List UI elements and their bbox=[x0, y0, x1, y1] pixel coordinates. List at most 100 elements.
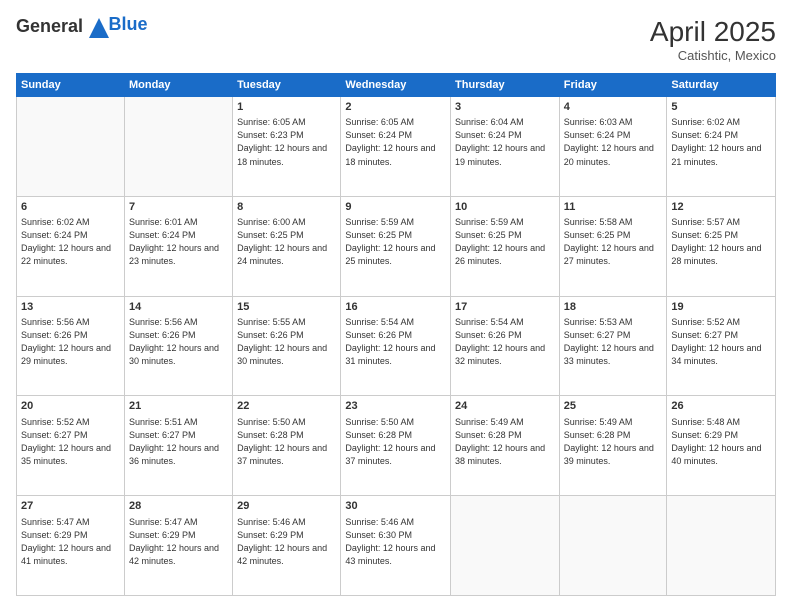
table-row: 23 Sunrise: 5:50 AM Sunset: 6:28 PM Dayli… bbox=[341, 396, 451, 496]
table-row: 1Sunrise: 6:05 AM Sunset: 6:23 PM Daylig… bbox=[233, 97, 341, 197]
day-number: 17 bbox=[455, 300, 555, 315]
day-number: 21 bbox=[129, 399, 228, 414]
table-row: 21 Sunrise: 5:51 AM Sunset: 6:27 PM Dayli… bbox=[124, 396, 232, 496]
day-number: 22 bbox=[237, 399, 336, 414]
day-info: Sunrise: 5:49 AM Sunset: 6:28 PM Dayligh… bbox=[564, 416, 663, 468]
day-number: 12 bbox=[671, 200, 771, 215]
day-info: Sunrise: 5:54 AM Sunset: 6:26 PM Dayligh… bbox=[345, 316, 446, 368]
table-row: 25 Sunrise: 5:49 AM Sunset: 6:28 PM Dayli… bbox=[559, 396, 667, 496]
table-row: 20Sunrise: 5:52 AM Sunset: 6:27 PM Dayli… bbox=[17, 396, 125, 496]
day-number: 24 bbox=[455, 399, 555, 414]
table-row: 26 Sunrise: 5:48 AM Sunset: 6:29 PM Dayli… bbox=[667, 396, 776, 496]
day-info: Sunrise: 5:47 AM Sunset: 6:29 PM Dayligh… bbox=[21, 516, 120, 568]
day-number: 15 bbox=[237, 300, 336, 315]
day-number: 26 bbox=[671, 399, 771, 414]
table-row: 7Sunrise: 6:01 AM Sunset: 6:24 PM Daylig… bbox=[124, 196, 232, 296]
day-number: 23 bbox=[345, 399, 446, 414]
day-info: Sunrise: 5:57 AM Sunset: 6:25 PM Dayligh… bbox=[671, 216, 771, 268]
day-info: Sunrise: 5:50 AM Sunset: 6:28 PM Dayligh… bbox=[237, 416, 336, 468]
table-row bbox=[17, 97, 125, 197]
day-number: 2 bbox=[345, 100, 446, 115]
calendar-table: Sunday Monday Tuesday Wednesday Thursday… bbox=[16, 73, 776, 596]
day-info: Sunrise: 5:46 AM Sunset: 6:30 PM Dayligh… bbox=[345, 516, 446, 568]
day-number: 13 bbox=[21, 300, 120, 315]
header-thursday: Thursday bbox=[451, 74, 560, 97]
table-row: 14Sunrise: 5:56 AM Sunset: 6:26 PM Dayli… bbox=[124, 296, 232, 396]
day-number: 10 bbox=[455, 200, 555, 215]
day-info: Sunrise: 6:03 AM Sunset: 6:24 PM Dayligh… bbox=[564, 116, 663, 168]
day-number: 29 bbox=[237, 499, 336, 514]
table-row: 9Sunrise: 5:59 AM Sunset: 6:25 PM Daylig… bbox=[341, 196, 451, 296]
calendar-header: Sunday Monday Tuesday Wednesday Thursday… bbox=[17, 74, 776, 97]
logo-general-text: General bbox=[16, 16, 83, 36]
day-info: Sunrise: 6:02 AM Sunset: 6:24 PM Dayligh… bbox=[21, 216, 120, 268]
day-number: 4 bbox=[564, 100, 663, 115]
day-number: 11 bbox=[564, 200, 663, 215]
day-info: Sunrise: 5:49 AM Sunset: 6:28 PM Dayligh… bbox=[455, 416, 555, 468]
table-row: 15Sunrise: 5:55 AM Sunset: 6:26 PM Dayli… bbox=[233, 296, 341, 396]
day-number: 20 bbox=[21, 399, 120, 414]
logo-icon bbox=[89, 18, 109, 38]
day-number: 5 bbox=[671, 100, 771, 115]
day-number: 18 bbox=[564, 300, 663, 315]
day-info: Sunrise: 5:50 AM Sunset: 6:28 PM Dayligh… bbox=[345, 416, 446, 468]
day-number: 6 bbox=[21, 200, 120, 215]
table-row: 6Sunrise: 6:02 AM Sunset: 6:24 PM Daylig… bbox=[17, 196, 125, 296]
day-info: Sunrise: 6:01 AM Sunset: 6:24 PM Dayligh… bbox=[129, 216, 228, 268]
day-number: 28 bbox=[129, 499, 228, 514]
table-row: 19Sunrise: 5:52 AM Sunset: 6:27 PM Dayli… bbox=[667, 296, 776, 396]
day-info: Sunrise: 5:47 AM Sunset: 6:29 PM Dayligh… bbox=[129, 516, 228, 568]
table-row: 11Sunrise: 5:58 AM Sunset: 6:25 PM Dayli… bbox=[559, 196, 667, 296]
table-row: 10Sunrise: 5:59 AM Sunset: 6:25 PM Dayli… bbox=[451, 196, 560, 296]
day-info: Sunrise: 5:56 AM Sunset: 6:26 PM Dayligh… bbox=[21, 316, 120, 368]
table-row: 13Sunrise: 5:56 AM Sunset: 6:26 PM Dayli… bbox=[17, 296, 125, 396]
table-row: 27 Sunrise: 5:47 AM Sunset: 6:29 PM Dayli… bbox=[17, 496, 125, 596]
table-row: 3Sunrise: 6:04 AM Sunset: 6:24 PM Daylig… bbox=[451, 97, 560, 197]
table-row bbox=[667, 496, 776, 596]
day-number: 14 bbox=[129, 300, 228, 315]
table-row: 12Sunrise: 5:57 AM Sunset: 6:25 PM Dayli… bbox=[667, 196, 776, 296]
day-info: Sunrise: 5:52 AM Sunset: 6:27 PM Dayligh… bbox=[671, 316, 771, 368]
table-row: 24 Sunrise: 5:49 AM Sunset: 6:28 PM Dayli… bbox=[451, 396, 560, 496]
day-number: 25 bbox=[564, 399, 663, 414]
table-row: 28 Sunrise: 5:47 AM Sunset: 6:29 PM Dayli… bbox=[124, 496, 232, 596]
table-row bbox=[451, 496, 560, 596]
day-number: 27 bbox=[21, 499, 120, 514]
table-row bbox=[124, 97, 232, 197]
logo: General Blue bbox=[16, 16, 148, 38]
logo-general: General bbox=[16, 16, 109, 38]
header-wednesday: Wednesday bbox=[341, 74, 451, 97]
header-saturday: Saturday bbox=[667, 74, 776, 97]
day-info: Sunrise: 6:00 AM Sunset: 6:25 PM Dayligh… bbox=[237, 216, 336, 268]
table-row bbox=[559, 496, 667, 596]
day-info: Sunrise: 6:05 AM Sunset: 6:23 PM Dayligh… bbox=[237, 116, 336, 168]
day-info: Sunrise: 5:59 AM Sunset: 6:25 PM Dayligh… bbox=[345, 216, 446, 268]
header-monday: Monday bbox=[124, 74, 232, 97]
day-number: 30 bbox=[345, 499, 446, 514]
table-row: 30 Sunrise: 5:46 AM Sunset: 6:30 PM Dayli… bbox=[341, 496, 451, 596]
day-info: Sunrise: 5:48 AM Sunset: 6:29 PM Dayligh… bbox=[671, 416, 771, 468]
table-row: 29 Sunrise: 5:46 AM Sunset: 6:29 PM Dayli… bbox=[233, 496, 341, 596]
table-row: 18Sunrise: 5:53 AM Sunset: 6:27 PM Dayli… bbox=[559, 296, 667, 396]
day-number: 16 bbox=[345, 300, 446, 315]
day-info: Sunrise: 6:05 AM Sunset: 6:24 PM Dayligh… bbox=[345, 116, 446, 168]
header: General Blue April 2025 Catishtic, Mexic… bbox=[16, 16, 776, 63]
table-row: 4Sunrise: 6:03 AM Sunset: 6:24 PM Daylig… bbox=[559, 97, 667, 197]
weekday-header-row: Sunday Monday Tuesday Wednesday Thursday… bbox=[17, 74, 776, 97]
day-number: 8 bbox=[237, 200, 336, 215]
calendar-body: 1Sunrise: 6:05 AM Sunset: 6:23 PM Daylig… bbox=[17, 97, 776, 596]
day-info: Sunrise: 5:46 AM Sunset: 6:29 PM Dayligh… bbox=[237, 516, 336, 568]
location: Catishtic, Mexico bbox=[650, 48, 776, 63]
day-info: Sunrise: 5:53 AM Sunset: 6:27 PM Dayligh… bbox=[564, 316, 663, 368]
day-number: 7 bbox=[129, 200, 228, 215]
logo-blue-text: Blue bbox=[109, 14, 148, 35]
day-info: Sunrise: 5:56 AM Sunset: 6:26 PM Dayligh… bbox=[129, 316, 228, 368]
day-info: Sunrise: 5:51 AM Sunset: 6:27 PM Dayligh… bbox=[129, 416, 228, 468]
title-section: April 2025 Catishtic, Mexico bbox=[650, 16, 776, 63]
day-number: 19 bbox=[671, 300, 771, 315]
table-row: 17Sunrise: 5:54 AM Sunset: 6:26 PM Dayli… bbox=[451, 296, 560, 396]
day-info: Sunrise: 5:58 AM Sunset: 6:25 PM Dayligh… bbox=[564, 216, 663, 268]
day-info: Sunrise: 6:04 AM Sunset: 6:24 PM Dayligh… bbox=[455, 116, 555, 168]
calendar-page: General Blue April 2025 Catishtic, Mexic… bbox=[0, 0, 792, 612]
day-number: 3 bbox=[455, 100, 555, 115]
